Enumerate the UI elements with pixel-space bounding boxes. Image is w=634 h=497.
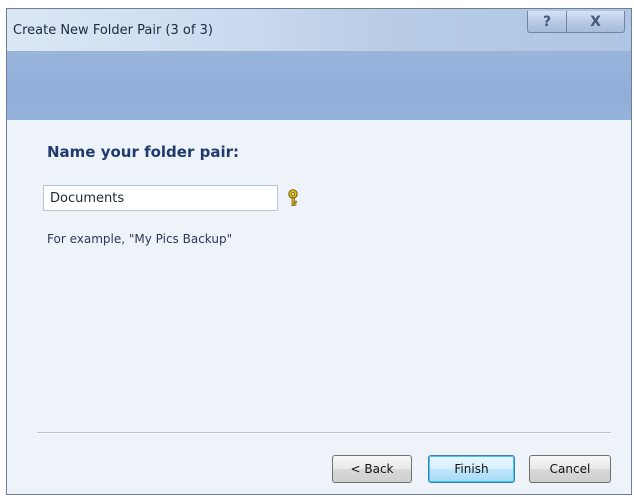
- folder-pair-name-input[interactable]: [43, 185, 278, 211]
- header-banner: [7, 52, 631, 120]
- key-hint-icon[interactable]: [286, 189, 300, 207]
- dialog-window: Create New Folder Pair (3 of 3) ? X Name…: [6, 8, 632, 495]
- title-bar[interactable]: Create New Folder Pair (3 of 3) ? X: [7, 9, 631, 52]
- help-icon: ?: [542, 13, 552, 30]
- page-heading: Name your folder pair:: [47, 143, 239, 161]
- wizard-content: Name your folder pair: For example, "My …: [7, 120, 631, 494]
- finish-button[interactable]: Finish: [428, 455, 515, 483]
- footer-divider: [37, 432, 611, 434]
- back-button[interactable]: < Back: [332, 455, 412, 483]
- close-icon: X: [590, 13, 601, 30]
- window-title: Create New Folder Pair (3 of 3): [13, 23, 213, 38]
- close-button[interactable]: X: [567, 11, 625, 33]
- example-hint: For example, "My Pics Backup": [47, 232, 233, 246]
- cancel-button[interactable]: Cancel: [529, 455, 611, 483]
- help-button[interactable]: ?: [527, 11, 567, 33]
